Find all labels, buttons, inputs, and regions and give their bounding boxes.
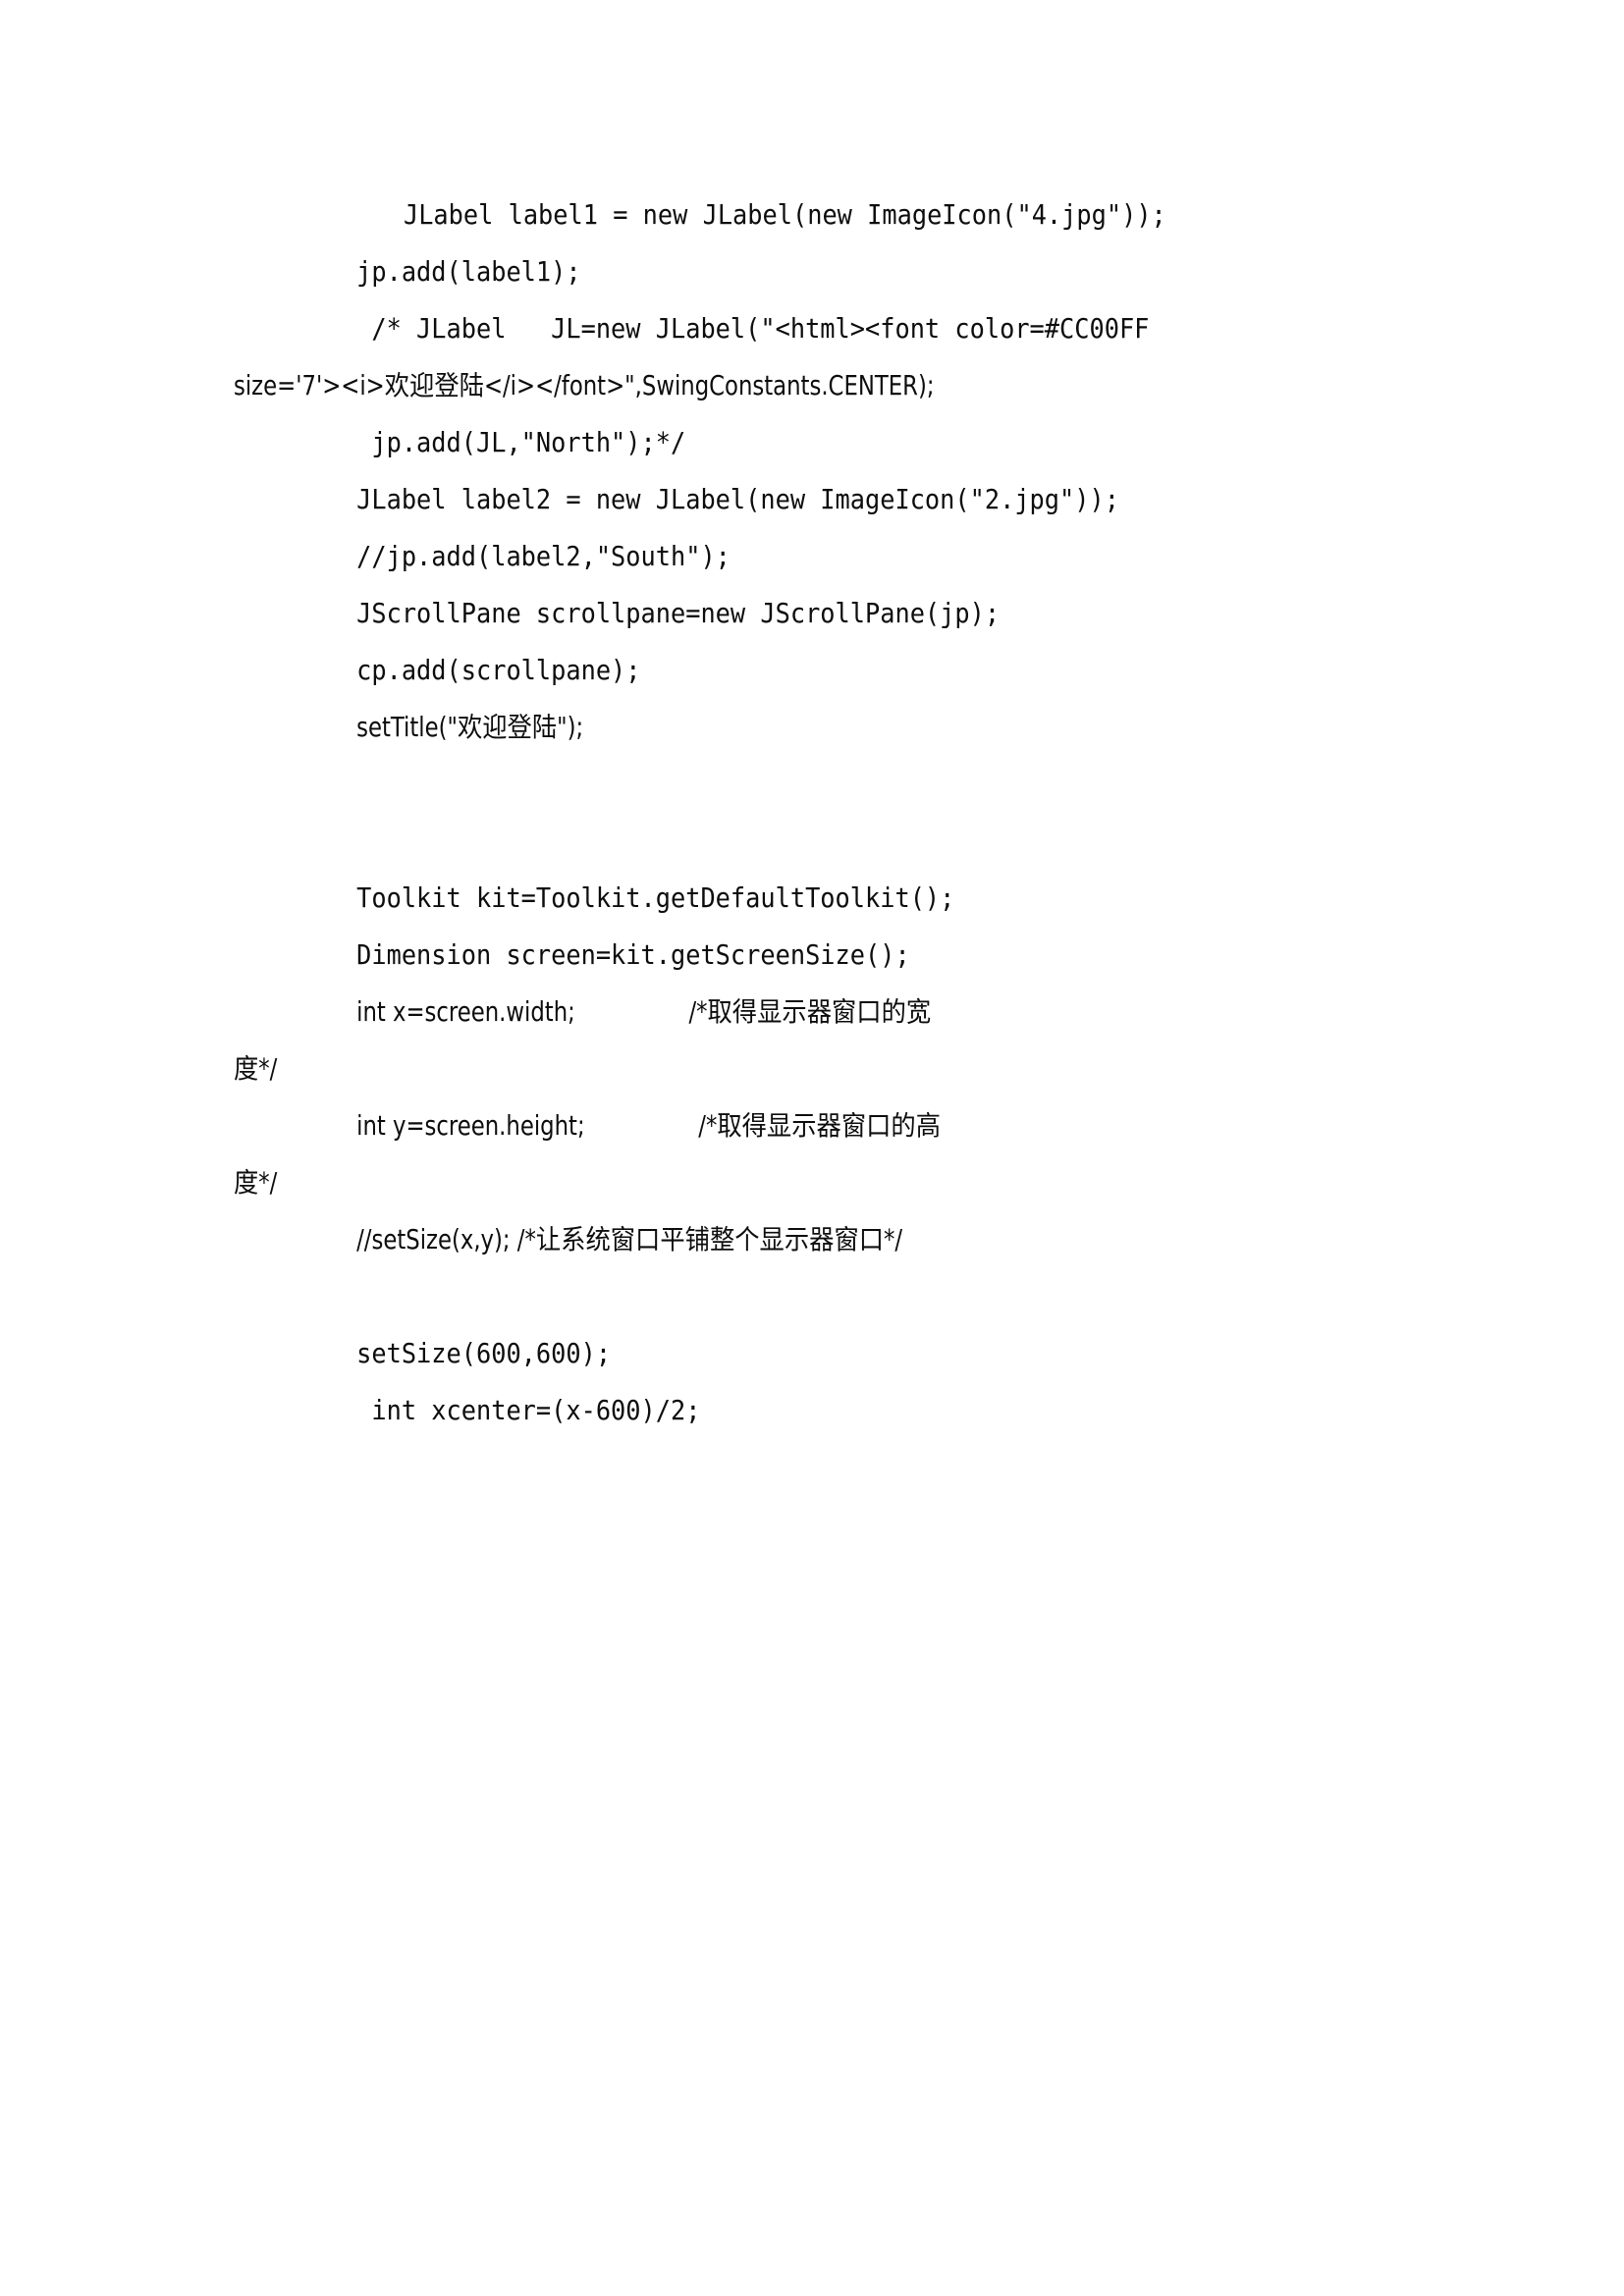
code-line: 度*/ — [234, 1053, 278, 1085]
code-line: int y=screen.height; /*取得显示器窗口的高 — [356, 1110, 942, 1142]
code-line: //jp.add(label2,"South"); — [356, 541, 731, 572]
code-line: int xcenter=(x-600)/2; — [356, 1395, 701, 1426]
code-line: size='7'><i>欢迎登陆</i></font>",SwingConsta… — [234, 370, 935, 401]
code-line: cp.add(scrollpane); — [356, 655, 641, 686]
code-line: jp.add(label1); — [356, 256, 581, 288]
code-line: JLabel label1 = new JLabel(new ImageIcon… — [403, 199, 1166, 231]
code-line: JScrollPane scrollpane=new JScrollPane(j… — [356, 598, 1001, 629]
document-page: JLabel label1 = new JLabel(new ImageIcon… — [0, 0, 1624, 2296]
code-line: setSize(600,600); — [356, 1338, 612, 1369]
code-line: setTitle("欢迎登陆"); — [356, 712, 584, 743]
code-line: //setSize(x,y); /*让系统窗口平铺整个显示器窗口*/ — [356, 1224, 903, 1255]
code-line: Toolkit kit=Toolkit.getDefaultToolkit(); — [356, 882, 955, 914]
code-line: JLabel label2 = new JLabel(new ImageIcon… — [356, 484, 1119, 515]
code-line: 度*/ — [234, 1167, 278, 1199]
code-line: int x=screen.width; /*取得显示器窗口的宽 — [356, 996, 932, 1028]
code-listing-body: JLabel label1 = new JLabel(new ImageIcon… — [234, 187, 1392, 1439]
code-line: jp.add(JL,"North");*/ — [356, 427, 686, 458]
code-line: Dimension screen=kit.getScreenSize(); — [356, 939, 910, 971]
code-line: /* JLabel JL=new JLabel("<html><font col… — [356, 313, 1150, 345]
